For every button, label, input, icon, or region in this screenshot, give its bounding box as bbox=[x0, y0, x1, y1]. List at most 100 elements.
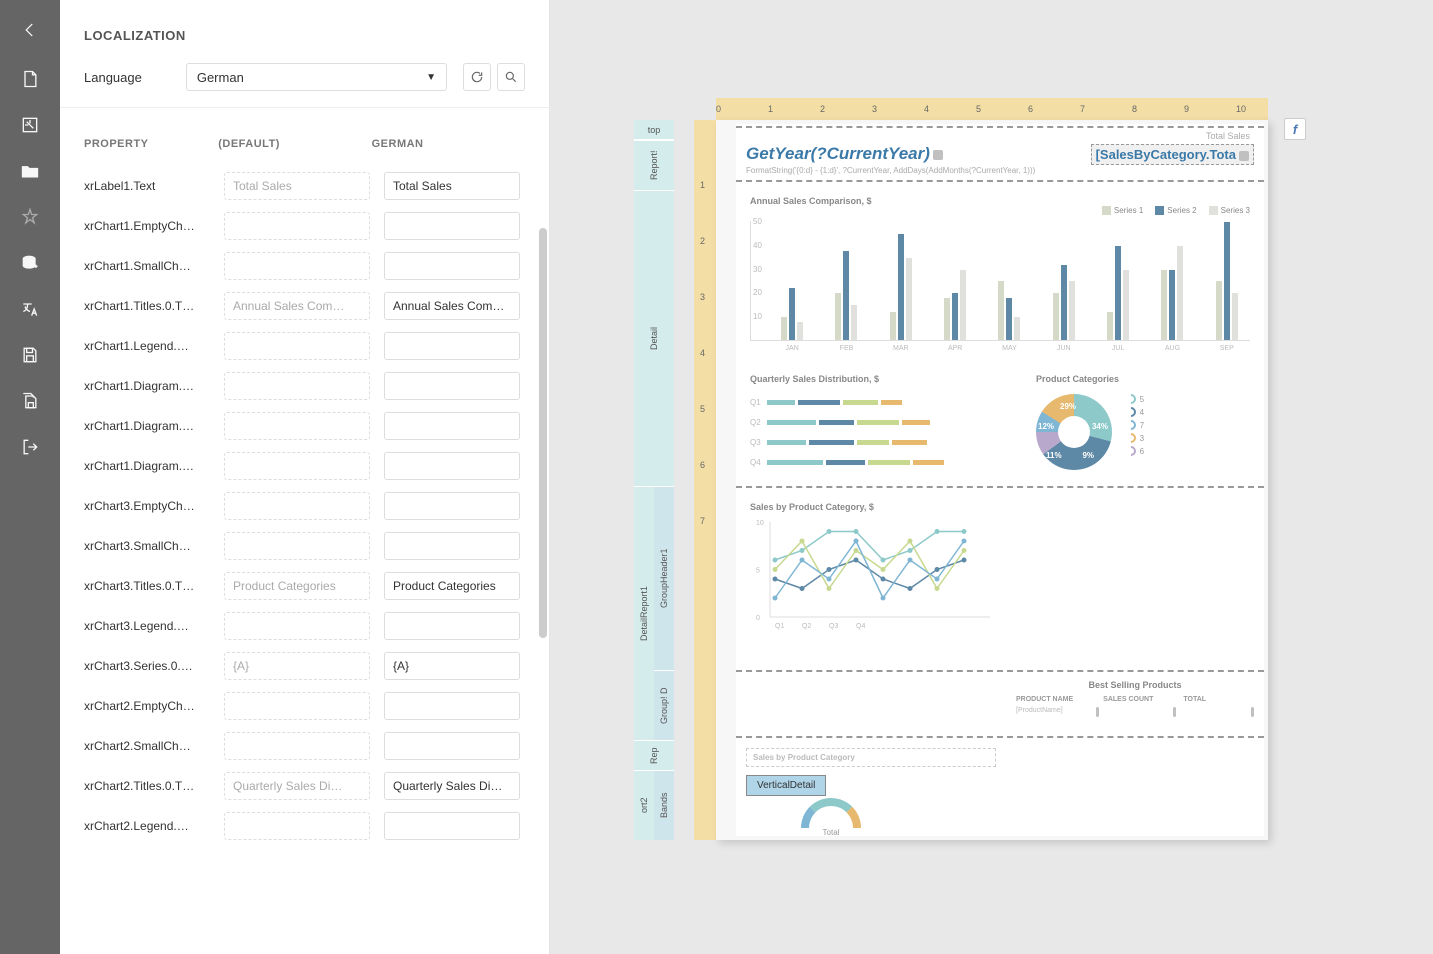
back-button[interactable] bbox=[0, 4, 60, 56]
property-name: xrChart1.Legend.… bbox=[84, 339, 224, 353]
bars-area: 1020304050JANFEBMARAPRMAYJUNJULAUGSEP bbox=[750, 221, 1250, 341]
save-all-icon[interactable] bbox=[0, 378, 60, 424]
page-inner: Total Sales GetYear(?CurrentYear) [Sales… bbox=[736, 124, 1264, 836]
translated-input[interactable] bbox=[384, 492, 520, 520]
svg-text:Q2: Q2 bbox=[802, 623, 811, 630]
translated-input[interactable] bbox=[384, 452, 520, 480]
table-row: xrChart3.SmallCh… bbox=[84, 526, 525, 566]
translated-input[interactable] bbox=[384, 252, 520, 280]
translated-input[interactable] bbox=[384, 572, 520, 600]
report-canvas: 012345678910 1234567 top Report! Detail … bbox=[634, 110, 1244, 870]
report-page[interactable]: f Total Sales GetYear(?CurrentYear) [Sal… bbox=[716, 120, 1268, 840]
translated-input[interactable] bbox=[384, 812, 520, 840]
bsp-vals: [ProductName] bbox=[1016, 707, 1254, 717]
property-name: xrChart3.SmallCh… bbox=[84, 539, 224, 553]
chart-sales-by-category[interactable]: Sales by Product Category, $ Q1Q2Q3Q4051… bbox=[750, 502, 1250, 662]
svg-text:10: 10 bbox=[756, 520, 764, 527]
property-name: xrChart1.Titles.0.T… bbox=[84, 299, 224, 313]
property-name: xrChart2.SmallCh… bbox=[84, 739, 224, 753]
chart-title: Sales by Product Category, $ bbox=[750, 502, 1250, 512]
translated-input[interactable] bbox=[384, 172, 520, 200]
property-name: xrChart1.Diagram.… bbox=[84, 459, 224, 473]
ruler-vertical: 1234567 bbox=[694, 120, 716, 840]
band-detail[interactable]: Detail bbox=[634, 190, 674, 486]
chart-categories[interactable]: Product Categories 29% 34% 9% 11% 12% 54… bbox=[1036, 374, 1246, 484]
chevron-down-icon: ▼ bbox=[426, 72, 436, 83]
translated-input[interactable] bbox=[384, 612, 520, 640]
wizard-icon[interactable] bbox=[0, 102, 60, 148]
band-sub[interactable]: ort2 bbox=[634, 770, 654, 840]
table-row: xrChart2.SmallCh… bbox=[84, 726, 525, 766]
translated-input[interactable] bbox=[384, 732, 520, 760]
exit-icon[interactable] bbox=[0, 424, 60, 470]
datasource-icon[interactable] bbox=[0, 240, 60, 286]
pie-legend: 54736 bbox=[1126, 394, 1144, 459]
band-rail: top Report! Detail DetailReport1 GroupHe… bbox=[634, 120, 674, 840]
translated-input[interactable] bbox=[384, 692, 520, 720]
icon-rail bbox=[0, 0, 60, 954]
refresh-button[interactable] bbox=[463, 63, 491, 91]
svg-text:0: 0 bbox=[756, 615, 760, 622]
property-name: xrChart1.Diagram.… bbox=[84, 379, 224, 393]
search-button[interactable] bbox=[497, 63, 525, 91]
chart-quarterly[interactable]: Quarterly Sales Distribution, $ Q1Q2Q3Q4 bbox=[750, 374, 1020, 484]
property-name: xrChart2.EmptyCh… bbox=[84, 699, 224, 713]
sub-report-block[interactable]: Sales by Product Category VerticalDetail… bbox=[746, 748, 1254, 838]
svg-text:Q4: Q4 bbox=[856, 623, 865, 630]
localization-icon[interactable] bbox=[0, 286, 60, 332]
property-name: xrChart3.Series.0.… bbox=[84, 659, 224, 673]
total-expression[interactable]: [SalesByCategory.Tota bbox=[1091, 144, 1254, 165]
table-row: xrChart3.Titles.0.T… Product Categories bbox=[84, 566, 525, 606]
sub-header: Sales by Product Category bbox=[746, 748, 996, 767]
default-value: Product Categories bbox=[224, 572, 370, 600]
star-icon[interactable] bbox=[0, 194, 60, 240]
tag-icon bbox=[933, 150, 943, 160]
band-top[interactable]: top bbox=[634, 120, 674, 140]
band-reportheader[interactable]: Report! bbox=[634, 140, 674, 190]
design-surface[interactable]: 012345678910 1234567 top Report! Detail … bbox=[550, 0, 1433, 954]
open-icon[interactable] bbox=[0, 148, 60, 194]
band-detailreport[interactable]: DetailReport1 bbox=[634, 486, 654, 740]
band-groupheader[interactable]: GroupHeader1 bbox=[654, 486, 674, 670]
save-icon[interactable] bbox=[0, 332, 60, 378]
heading-property: PROPERTY bbox=[84, 138, 218, 150]
new-report-icon[interactable] bbox=[0, 56, 60, 102]
translated-input[interactable] bbox=[384, 532, 520, 560]
donut-chart: 29% 34% 9% 11% 12% bbox=[1036, 394, 1112, 470]
translated-input[interactable] bbox=[384, 772, 520, 800]
default-value bbox=[224, 612, 370, 640]
chart-annual-sales[interactable]: Annual Sales Comparison, $ Series 1Serie… bbox=[750, 196, 1250, 356]
year-expression[interactable]: GetYear(?CurrentYear) bbox=[746, 144, 943, 165]
property-name: xrChart1.Diagram.… bbox=[84, 419, 224, 433]
band-groupdetail[interactable]: Group! D bbox=[654, 670, 674, 740]
translated-input[interactable] bbox=[384, 332, 520, 360]
fx-badge[interactable]: f bbox=[1284, 118, 1306, 140]
band-vbands[interactable]: Bands bbox=[654, 770, 674, 840]
property-name: xrChart1.EmptyCh… bbox=[84, 219, 224, 233]
translated-input[interactable] bbox=[384, 412, 520, 440]
property-name: xrChart1.SmallCh… bbox=[84, 259, 224, 273]
translated-input[interactable] bbox=[384, 292, 520, 320]
table-body: xrLabel1.Text Total Sales xrChart1.Empty… bbox=[60, 166, 549, 870]
vertical-detail-tab[interactable]: VerticalDetail bbox=[746, 775, 826, 796]
localization-table: PROPERTY (DEFAULT) GERMAN xrLabel1.Text … bbox=[60, 108, 549, 954]
table-row: xrLabel1.Text Total Sales bbox=[84, 166, 525, 206]
default-value bbox=[224, 732, 370, 760]
band-reportfooter[interactable]: Rep bbox=[634, 740, 674, 770]
chart-title: Product Categories bbox=[1036, 374, 1246, 384]
language-row: Language German ▼ bbox=[60, 43, 549, 108]
chart-legend: Series 1Series 2Series 3 bbox=[750, 206, 1250, 215]
tag-icon bbox=[1239, 151, 1249, 161]
chart-title: Quarterly Sales Distribution, $ bbox=[750, 374, 1020, 384]
sub-expression[interactable]: FormatString('{0:d} - {1:d}', ?CurrentYe… bbox=[746, 166, 1035, 175]
heading-translated: GERMAN bbox=[372, 138, 525, 150]
language-select[interactable]: German ▼ bbox=[186, 63, 447, 91]
translated-input[interactable] bbox=[384, 652, 520, 680]
language-value: German bbox=[197, 70, 244, 85]
table-headings: PROPERTY (DEFAULT) GERMAN bbox=[60, 108, 549, 166]
translated-input[interactable] bbox=[384, 372, 520, 400]
scrollbar-thumb[interactable] bbox=[539, 228, 547, 638]
best-selling-block[interactable]: Best Selling Products PRODUCT NAME SALES… bbox=[1016, 680, 1254, 730]
translated-input[interactable] bbox=[384, 212, 520, 240]
localization-panel: LOCALIZATION Language German ▼ PROPERTY … bbox=[60, 0, 550, 954]
